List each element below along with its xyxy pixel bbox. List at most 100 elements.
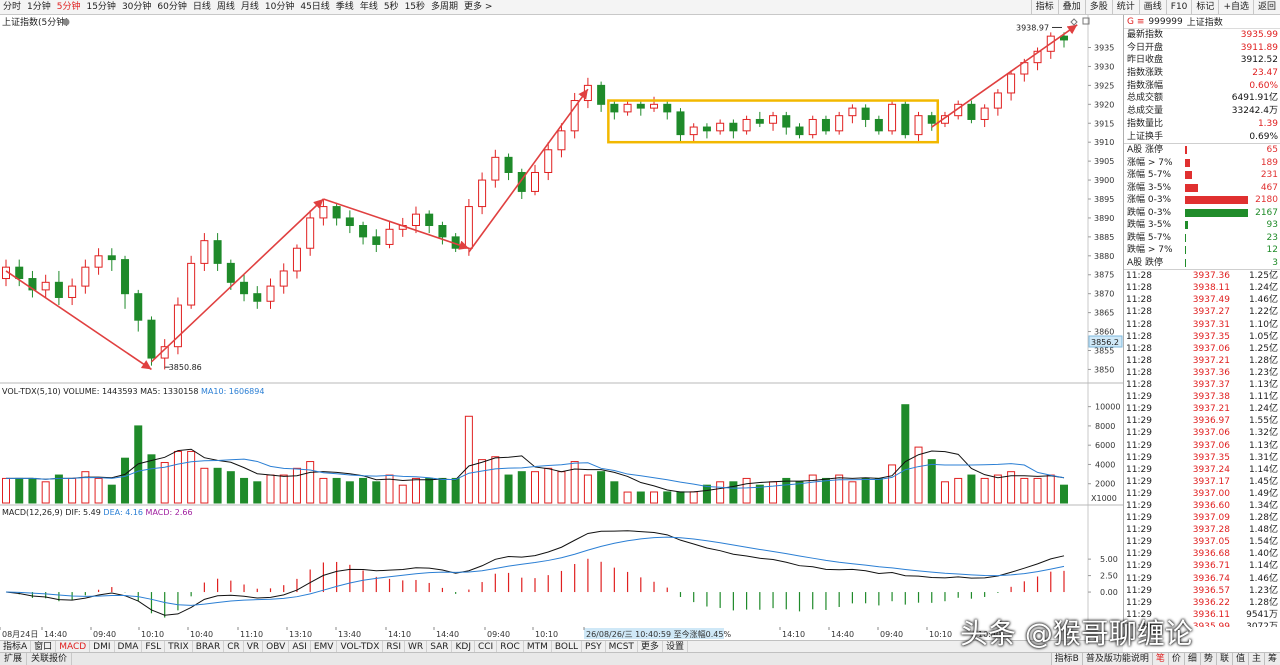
- candle-body[interactable]: [504, 156, 513, 173]
- candle-body[interactable]: [610, 103, 619, 113]
- candle-body[interactable]: [755, 118, 764, 124]
- period-tab-1[interactable]: 1分钟: [24, 0, 54, 15]
- candle-body[interactable]: [716, 122, 725, 132]
- quick-tool-1[interactable]: 价: [1167, 653, 1184, 665]
- candle-body[interactable]: [345, 217, 354, 227]
- candle-body[interactable]: [359, 225, 368, 238]
- candle-body[interactable]: [121, 259, 130, 295]
- period-tab-7[interactable]: 周线: [214, 0, 238, 15]
- candle-body[interactable]: [385, 228, 394, 245]
- toolbar-button-1[interactable]: 叠加: [1057, 0, 1085, 15]
- bottom-bar-item-0[interactable]: 扩展: [0, 653, 28, 665]
- candle-body[interactable]: [663, 103, 672, 113]
- candle-body[interactable]: [914, 115, 923, 136]
- period-tab-15[interactable]: 多周期: [428, 0, 461, 15]
- candle-body[interactable]: [226, 262, 235, 283]
- candle-body[interactable]: [15, 266, 24, 280]
- candle-body[interactable]: [68, 285, 77, 298]
- period-tab-2[interactable]: 5分钟: [54, 0, 84, 15]
- candle-body[interactable]: [531, 171, 539, 192]
- period-tab-10[interactable]: 45日线: [297, 0, 332, 15]
- indicator-tab-21[interactable]: BOLL: [552, 640, 583, 653]
- indicator-b-tab[interactable]: 指标B: [1050, 653, 1082, 665]
- candle-body[interactable]: [782, 115, 791, 128]
- candle-body[interactable]: [372, 236, 381, 245]
- toolbar-button-0[interactable]: 指标: [1030, 0, 1058, 15]
- indicator-tab-7[interactable]: BRAR: [193, 640, 225, 653]
- candle-body[interactable]: [425, 213, 434, 227]
- candle-body[interactable]: [729, 122, 738, 132]
- period-tab-12[interactable]: 年线: [357, 0, 381, 15]
- candle-body[interactable]: [795, 126, 804, 136]
- indicator-tab-1[interactable]: 窗口: [31, 640, 57, 653]
- candle-body[interactable]: [266, 285, 275, 302]
- quick-tool-3[interactable]: 势: [1199, 653, 1216, 665]
- indicator-tab-15[interactable]: WR: [405, 640, 428, 653]
- quick-tool-4[interactable]: 联: [1215, 653, 1232, 665]
- indicator-tab-12[interactable]: EMV: [311, 640, 338, 653]
- candle-body[interactable]: [980, 107, 989, 120]
- candle-body[interactable]: [279, 270, 288, 287]
- candle-body[interactable]: [332, 206, 341, 219]
- indicator-tab-10[interactable]: OBV: [263, 640, 290, 653]
- candle-body[interactable]: [306, 217, 315, 249]
- indicator-tab-23[interactable]: MCST: [606, 640, 638, 653]
- candle-body[interactable]: [901, 103, 910, 136]
- period-tab-11[interactable]: 季线: [333, 0, 357, 15]
- indicator-tab-3[interactable]: DMI: [90, 640, 115, 653]
- candle-body[interactable]: [861, 107, 870, 120]
- candle-body[interactable]: [213, 240, 222, 264]
- candle-body[interactable]: [808, 118, 817, 136]
- tick-list[interactable]: 11:28 3937.36 1.25亿 11:28 3938.11 1.24亿 11:28 3…: [1124, 270, 1280, 627]
- toolbar-button-7[interactable]: +自选: [1218, 0, 1253, 15]
- candle-body[interactable]: [769, 115, 778, 124]
- toolbar-button-4[interactable]: 画线: [1138, 0, 1166, 15]
- period-tab-3[interactable]: 15分钟: [83, 0, 118, 15]
- candle-body[interactable]: [927, 115, 936, 124]
- period-tab-13[interactable]: 5秒: [381, 0, 402, 15]
- indicator-tab-25[interactable]: 设置: [663, 640, 688, 653]
- candle-body[interactable]: [967, 103, 976, 120]
- indicator-tab-4[interactable]: DMA: [115, 640, 143, 653]
- candle-body[interactable]: [134, 293, 143, 321]
- indicator-tab-22[interactable]: PSY: [582, 640, 606, 653]
- candle-body[interactable]: [253, 293, 262, 302]
- candle-body[interactable]: [54, 281, 63, 298]
- indicator-tab-24[interactable]: 更多: [638, 640, 663, 653]
- chart-settings-icon[interactable]: [62, 18, 70, 26]
- candle-body[interactable]: [81, 266, 90, 287]
- candle-body[interactable]: [636, 103, 645, 109]
- quick-tool-5[interactable]: 值: [1231, 653, 1248, 665]
- period-tab-16[interactable]: 更多 >: [461, 0, 495, 15]
- indicator-tab-16[interactable]: SAR: [427, 640, 453, 653]
- indicator-tab-9[interactable]: VR: [244, 640, 264, 653]
- candle-body[interactable]: [464, 206, 473, 249]
- indicator-tab-17[interactable]: KDJ: [452, 640, 475, 653]
- candle-body[interactable]: [478, 179, 487, 208]
- period-tab-0[interactable]: 分时: [0, 0, 24, 15]
- toolbar-button-6[interactable]: 标记: [1191, 0, 1218, 15]
- toolbar-button-8[interactable]: 返回: [1252, 0, 1280, 15]
- quick-tool-7[interactable]: 筹: [1263, 653, 1280, 665]
- period-tab-8[interactable]: 月线: [238, 0, 262, 15]
- chart-area[interactable]: 上证指数(5分钟) 3935 3930 3925 3920 3915 3910 3905 390…: [0, 15, 1123, 627]
- candle-body[interactable]: [94, 255, 103, 268]
- indicator-tab-5[interactable]: FSL: [142, 640, 166, 653]
- period-tab-5[interactable]: 60分钟: [154, 0, 189, 15]
- candle-body[interactable]: [835, 115, 844, 132]
- candle-body[interactable]: [544, 149, 553, 173]
- toolbar-button-3[interactable]: 统计: [1111, 0, 1139, 15]
- indicator-tab-19[interactable]: ROC: [497, 640, 524, 653]
- candle-body[interactable]: [240, 281, 249, 295]
- candle-body[interactable]: [438, 225, 447, 238]
- edition-info-link[interactable]: 普及版功能说明: [1081, 653, 1152, 665]
- candle-body[interactable]: [597, 84, 606, 105]
- toolbar-button-2[interactable]: 多股: [1084, 0, 1112, 15]
- indicator-tab-20[interactable]: MTM: [524, 640, 552, 653]
- indicator-tab-11[interactable]: ASI: [289, 640, 311, 653]
- candle-body[interactable]: [888, 103, 897, 132]
- indicator-tab-13[interactable]: VOL-TDX: [337, 640, 384, 653]
- period-tab-14[interactable]: 15秒: [402, 0, 428, 15]
- candle-body[interactable]: [623, 103, 632, 113]
- period-tab-6[interactable]: 日线: [190, 0, 214, 15]
